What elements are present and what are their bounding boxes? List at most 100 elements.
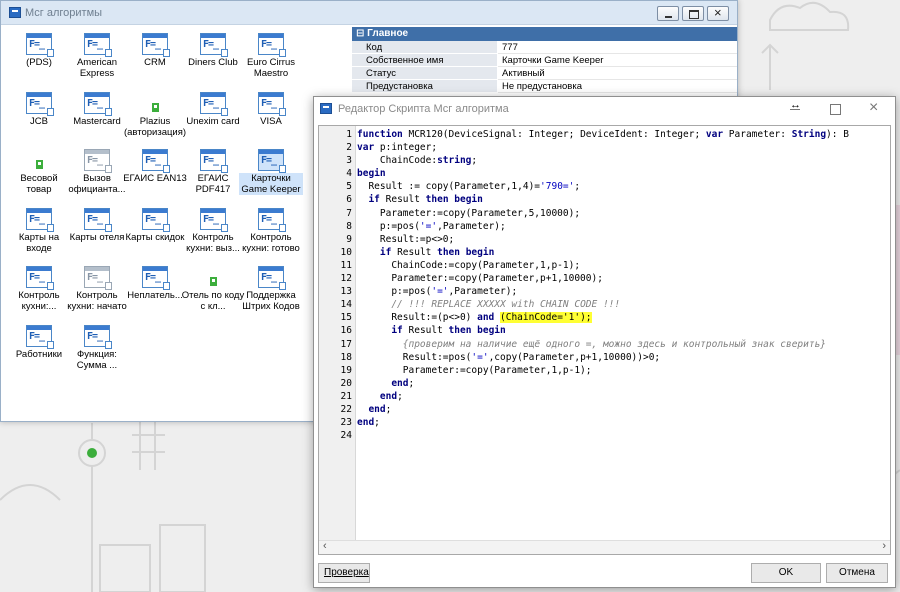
algorithm-icon[interactable]: F=_ VISA <box>239 92 303 127</box>
close-button[interactable] <box>855 97 895 121</box>
minimize-button[interactable] <box>657 6 679 21</box>
line-number: 7 <box>346 207 352 219</box>
property-row[interactable]: Собственное имя Карточки Game Keeper <box>352 54 737 67</box>
property-row[interactable]: Предустановка Не предустановка <box>352 80 737 93</box>
algorithm-icon[interactable]: F=_ Euro Cirrus Maestro <box>239 33 303 79</box>
line-number: 4 <box>346 168 352 180</box>
algorithm-icon[interactable]: F=_ American Express <box>65 33 129 79</box>
algorithm-icon[interactable]: F=_ Функция: Сумма ... <box>65 325 129 371</box>
code-line: 23 end; <box>319 416 890 429</box>
algorithm-icon[interactable]: F=_ ЕГАИС EAN13 <box>123 149 187 184</box>
algorithm-icon[interactable]: F=_ JCB <box>7 92 71 127</box>
code-line: 9 Result:=p<>0; <box>319 233 890 246</box>
line-number: 15 <box>340 312 352 324</box>
minimize-button[interactable] <box>775 97 815 121</box>
script-document-icon: F=_ <box>258 149 286 173</box>
property-value[interactable]: 777 <box>498 41 737 54</box>
script-document-icon: F=_ <box>26 266 54 290</box>
algorithm-icon[interactable]: F=_ Работники <box>7 325 71 360</box>
script-document-icon: F=_ <box>26 325 54 349</box>
algorithm-icon-label: Весовой товар <box>20 173 58 195</box>
scroll-left-icon[interactable]: ‹ <box>323 540 327 552</box>
property-value[interactable]: Карточки Game Keeper <box>498 54 737 67</box>
check-button[interactable]: Проверка <box>318 563 370 583</box>
code-editor[interactable]: 1 function MCR120(DeviceSignal: Integer; … <box>318 125 891 555</box>
algorithm-icon[interactable]: F=_ Контроль кухни: выз... <box>181 208 245 254</box>
algorithm-icon-label: Функция: Сумма ... <box>76 349 118 371</box>
editor-titlebar[interactable]: Редактор Скрипта Мсг алгоритма ↔ <box>314 97 895 121</box>
script-document-icon: F=_ <box>142 149 170 173</box>
algorithm-icon[interactable]: F=_ Unexim card <box>181 92 245 127</box>
property-row[interactable]: Код 777 <box>352 41 737 54</box>
line-number: 19 <box>340 364 352 376</box>
algorithm-icon[interactable]: Отель по коду с кл... <box>181 266 245 312</box>
code-line: 12 Parameter:=copy(Parameter,p+1,10000); <box>319 272 890 285</box>
code-text: end; <box>357 416 380 429</box>
code-token: var <box>357 142 375 154</box>
scroll-right-icon[interactable]: › <box>882 540 886 552</box>
code-token: p:=pos( <box>357 220 420 232</box>
script-document-icon: F=_ <box>84 149 112 173</box>
cancel-button[interactable]: Отмена <box>826 563 888 583</box>
horizontal-scrollbar[interactable]: ‹ › <box>319 540 890 554</box>
line-number: 18 <box>340 351 352 363</box>
line-number: 17 <box>340 338 352 350</box>
algorithm-icon[interactable]: Plazius (авторизация) <box>123 92 187 138</box>
code-line: 11 ChainCode:=copy(Parameter,1,p-1); <box>319 259 890 272</box>
algorithm-icons-panel: F=_ (PDS) F=_ American Express F=_ CRM F=_ Dine… <box>1 25 351 421</box>
code-text: Parameter:=copy(Parameter,p+1,10000); <box>357 272 603 285</box>
algorithm-icon-label: ЕГАИС PDF417 <box>195 173 231 195</box>
line-number: 23 <box>340 417 352 429</box>
code-text: Result:=pos('=',copy(Parameter,p+1,10000… <box>357 351 660 364</box>
code-text: end; <box>357 390 403 403</box>
close-button[interactable] <box>707 5 729 21</box>
code-token: var <box>705 129 724 140</box>
line-number: 11 <box>340 259 352 271</box>
code-text: if Result then begin <box>357 193 482 206</box>
algorithm-icon[interactable]: Весовой товар <box>7 149 71 195</box>
algorithm-icon[interactable]: F=_ Карты на входе <box>7 208 71 254</box>
algorithm-icon[interactable]: F=_ CRM <box>123 33 187 68</box>
properties-section-header[interactable]: ⊟ Главное <box>352 27 737 41</box>
maximize-button[interactable] <box>815 97 855 121</box>
code-line: 6 if Result then begin <box>319 193 890 206</box>
property-value[interactable]: Не предустановка <box>498 80 737 93</box>
algorithm-icon[interactable]: F=_ Mastercard <box>65 92 129 127</box>
script-document-icon: F=_ <box>200 33 228 57</box>
algorithm-icon[interactable]: F=_ Неплатель... <box>123 266 187 301</box>
code-text: end; <box>357 377 414 390</box>
algorithm-icon-label: Euro Cirrus Maestro <box>246 57 296 79</box>
code-token: ): B <box>826 129 849 140</box>
script-document-icon: F=_ <box>26 33 54 57</box>
algorithm-icon[interactable]: F=_ Контроль кухни: начато <box>65 266 129 312</box>
algorithm-icon[interactable]: F=_ ЕГАИС PDF417 <box>181 149 245 195</box>
algorithm-icon[interactable]: F=_ Diners Club <box>181 33 245 68</box>
algorithm-icon[interactable]: F=_ Карточки Game Keeper <box>239 149 303 195</box>
code-token: String <box>791 129 827 140</box>
algorithm-icon[interactable]: F=_ Поддержка Штрих Кодов <box>239 266 303 312</box>
property-row[interactable]: Статус Активный <box>352 67 737 80</box>
code-token: ; <box>574 181 581 193</box>
back-window-titlebar[interactable]: Мсг алгоритмы <box>1 1 737 25</box>
line-number: 21 <box>340 390 352 402</box>
algorithm-icon[interactable]: F=_ Контроль кухни: готово <box>239 208 303 254</box>
code-text: p:=pos('=',Parameter); <box>357 285 517 298</box>
property-key: Собственное имя <box>352 54 498 67</box>
algorithm-icon[interactable]: F=_ (PDS) <box>7 33 71 68</box>
algorithm-icon[interactable]: F=_ Вызов официанта... <box>65 149 129 195</box>
algorithm-icon[interactable]: F=_ Контроль кухни:... <box>7 266 71 312</box>
code-text: ChainCode:=copy(Parameter,1,p-1); <box>357 259 580 272</box>
code-token: Result := copy(Parameter,1,4)= <box>357 181 541 193</box>
code-text: Result := copy(Parameter,1,4)='790='; <box>357 180 580 193</box>
algorithm-icon[interactable]: F=_ Карты отеля <box>65 208 129 243</box>
ok-button[interactable]: OK <box>751 563 821 583</box>
maximize-button[interactable] <box>682 6 704 21</box>
property-value[interactable]: Активный <box>498 67 737 80</box>
algorithm-icon[interactable]: F=_ Карты скидок <box>123 208 187 243</box>
algorithm-icon-label: Diners Club <box>188 57 238 68</box>
code-text: ChainCode:string; <box>357 154 477 167</box>
app-icon <box>9 7 21 18</box>
